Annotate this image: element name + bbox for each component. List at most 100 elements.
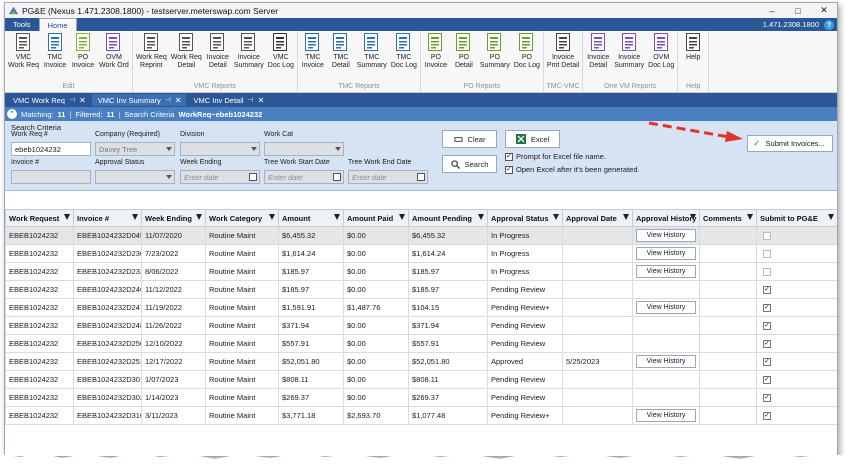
ribbon-button[interactable]: TMC Detail — [327, 31, 355, 82]
clear-button[interactable]: Clear — [442, 130, 497, 148]
view-history-button[interactable]: View History — [636, 247, 696, 260]
table-row[interactable]: EBEB1024232 EBEB1024232D251 12/17/2022 Rout… — [5, 352, 837, 371]
ribbon-button[interactable]: OVM Work Ord — [97, 31, 131, 82]
column-header[interactable]: Amount Pending — [408, 209, 488, 227]
doc-tab-vmc-work-req[interactable]: VMC Work Req ⊣ ✕ — [7, 94, 90, 106]
cell-comments[interactable] — [699, 352, 757, 371]
filter-icon[interactable] — [828, 214, 834, 220]
week-ending-input[interactable]: Enter date — [180, 170, 260, 184]
calendar-icon[interactable] — [333, 173, 341, 181]
ribbon-button[interactable]: Invoice Summary — [232, 31, 266, 82]
excel-button[interactable]: Excel — [505, 130, 560, 148]
filter-icon[interactable] — [623, 214, 629, 220]
ribbon-button[interactable]: Invoice Detail — [204, 31, 232, 82]
cell-comments[interactable] — [699, 244, 757, 263]
close-tab-icon[interactable]: ✕ — [258, 96, 265, 105]
ribbon-button[interactable]: PO Invoice — [422, 31, 450, 82]
filter-icon[interactable] — [269, 214, 275, 220]
view-history-button[interactable]: View History — [636, 409, 696, 422]
column-header[interactable]: Work Category — [205, 209, 279, 227]
submit-checkbox-checked[interactable]: ✓ — [763, 411, 771, 420]
cell-comments[interactable] — [699, 388, 757, 407]
table-row[interactable]: EBEB1024232 EBEB1024232D247 11/19/2022 Rout… — [5, 298, 837, 317]
open-excel-checkbox[interactable]: ✓ Open Excel after it's been generated. — [505, 165, 640, 174]
ribbon-button[interactable]: TMC Summary — [355, 31, 389, 82]
submit-checkbox-checked[interactable]: ✓ — [763, 375, 771, 384]
ribbon-button[interactable]: Work Req Detail — [169, 31, 204, 82]
cell-comments[interactable] — [699, 226, 757, 245]
filter-icon[interactable] — [64, 214, 70, 220]
view-history-button[interactable]: View History — [636, 229, 696, 242]
tree-start-input[interactable]: Enter date — [264, 170, 344, 184]
cell-comments[interactable] — [699, 334, 757, 353]
filter-icon[interactable] — [334, 214, 340, 220]
column-header[interactable]: Submit to PG&E — [756, 209, 837, 227]
ribbon-button[interactable]: Work Req Reprint — [134, 31, 169, 82]
pin-icon[interactable]: ⊣ — [69, 96, 75, 104]
filter-icon[interactable] — [747, 214, 753, 220]
maximize-button[interactable]: □ — [785, 3, 811, 18]
ribbon-button[interactable]: Help — [679, 31, 707, 82]
ribbon-button[interactable]: Invoice Summary — [612, 31, 646, 82]
cell-comments[interactable] — [699, 262, 757, 281]
table-row[interactable]: EBEB1024232 EBEB1024232D248 11/26/2022 Rout… — [5, 316, 837, 335]
ribbon-button[interactable]: PO Summary — [478, 31, 512, 82]
filter-icon[interactable] — [196, 214, 202, 220]
cell-comments[interactable] — [699, 316, 757, 335]
ribbon-button[interactable]: VMC Doc Log — [266, 31, 296, 82]
invoice-input[interactable] — [11, 170, 91, 184]
submit-checkbox-checked[interactable]: ✓ — [763, 393, 771, 402]
pin-icon[interactable]: ⊣ — [248, 96, 254, 104]
view-history-button[interactable]: View History — [636, 301, 696, 314]
minimize-button[interactable]: – — [759, 3, 785, 18]
table-row[interactable]: EBEB1024232 EBEB1024232D250 12/10/2022 Rout… — [5, 334, 837, 353]
menu-tab-tools[interactable]: Tools — [5, 18, 39, 31]
ribbon-button[interactable]: PO Doc Log — [512, 31, 542, 82]
table-row[interactable]: EBEB1024232 EBEB1024232D301 1/07/2023 Routi… — [5, 370, 837, 389]
menu-tab-home[interactable]: Home — [38, 18, 77, 31]
submit-checkbox-checked[interactable]: ✓ — [763, 357, 771, 366]
approval-status-select[interactable] — [95, 170, 175, 184]
table-row[interactable]: EBEB1024232 EBEB1024232D045 11/07/2020 Rout… — [5, 226, 837, 245]
cell-comments[interactable] — [699, 370, 757, 389]
view-history-button[interactable]: View History — [636, 355, 696, 368]
close-tab-icon[interactable]: ✕ — [175, 96, 182, 105]
column-header[interactable]: Comments — [699, 209, 757, 227]
checkbox-checked-icon[interactable]: ✓ — [505, 165, 513, 174]
column-header[interactable]: Amount Paid — [343, 209, 409, 227]
column-header[interactable]: Approval Status — [487, 209, 563, 227]
cell-comments[interactable] — [699, 406, 757, 425]
cell-comments[interactable] — [699, 280, 757, 299]
submit-checkbox-checked[interactable]: ✓ — [763, 285, 771, 294]
table-row[interactable]: EBEB1024232 EBEB1024232D246 11/12/2022 Rout… — [5, 280, 837, 299]
filter-icon[interactable] — [553, 214, 559, 220]
column-header[interactable]: Approval Date — [562, 209, 633, 227]
filter-icon[interactable] — [132, 214, 138, 220]
table-row[interactable]: EBEB1024232 EBEB1024232D302 1/14/2023 Routi… — [5, 388, 837, 407]
ribbon-button[interactable]: PO Invoice — [69, 31, 97, 82]
doc-tab-vmc-inv-summary[interactable]: VMC Inv Summary ⊣ ✕ — [91, 94, 186, 106]
calendar-icon[interactable] — [249, 173, 257, 181]
help-circle-icon[interactable]: ? — [824, 20, 834, 30]
prompt-excel-checkbox[interactable]: ✓ Prompt for Excel file name. — [505, 152, 606, 161]
calendar-icon[interactable] — [417, 173, 425, 181]
ribbon-button[interactable]: TMC Invoice — [299, 31, 327, 82]
search-button[interactable]: Search — [442, 155, 497, 173]
submit-checkbox-checked[interactable]: ✓ — [763, 321, 771, 330]
cell-comments[interactable] — [699, 298, 757, 317]
close-tab-icon[interactable]: ✕ — [79, 96, 86, 105]
collapse-chevron-icon[interactable]: ⌃ — [7, 109, 17, 119]
ribbon-button[interactable]: Invoice Detail — [584, 31, 612, 82]
column-header[interactable]: Invoice # — [73, 209, 142, 227]
column-header[interactable]: Work Request — [5, 209, 74, 227]
ribbon-button[interactable]: PO Detail — [450, 31, 478, 82]
ribbon-button[interactable]: TMC Doc Log — [389, 31, 419, 82]
filter-icon[interactable] — [478, 214, 484, 220]
submit-invoices-button[interactable]: ✓ Submit Invoices... — [747, 135, 833, 152]
submit-checkbox-checked[interactable]: ✓ — [763, 303, 771, 312]
ribbon-button[interactable]: VMC Work Req — [6, 31, 41, 82]
work-req-input[interactable]: ebeb1024232 — [11, 142, 91, 156]
table-row[interactable]: EBEB1024232 EBEB1024232D230 7/23/2022 Routi… — [5, 244, 837, 263]
ribbon-button[interactable]: Invoice Pmt Detail — [545, 31, 581, 82]
column-header[interactable]: Week Ending — [141, 209, 206, 227]
